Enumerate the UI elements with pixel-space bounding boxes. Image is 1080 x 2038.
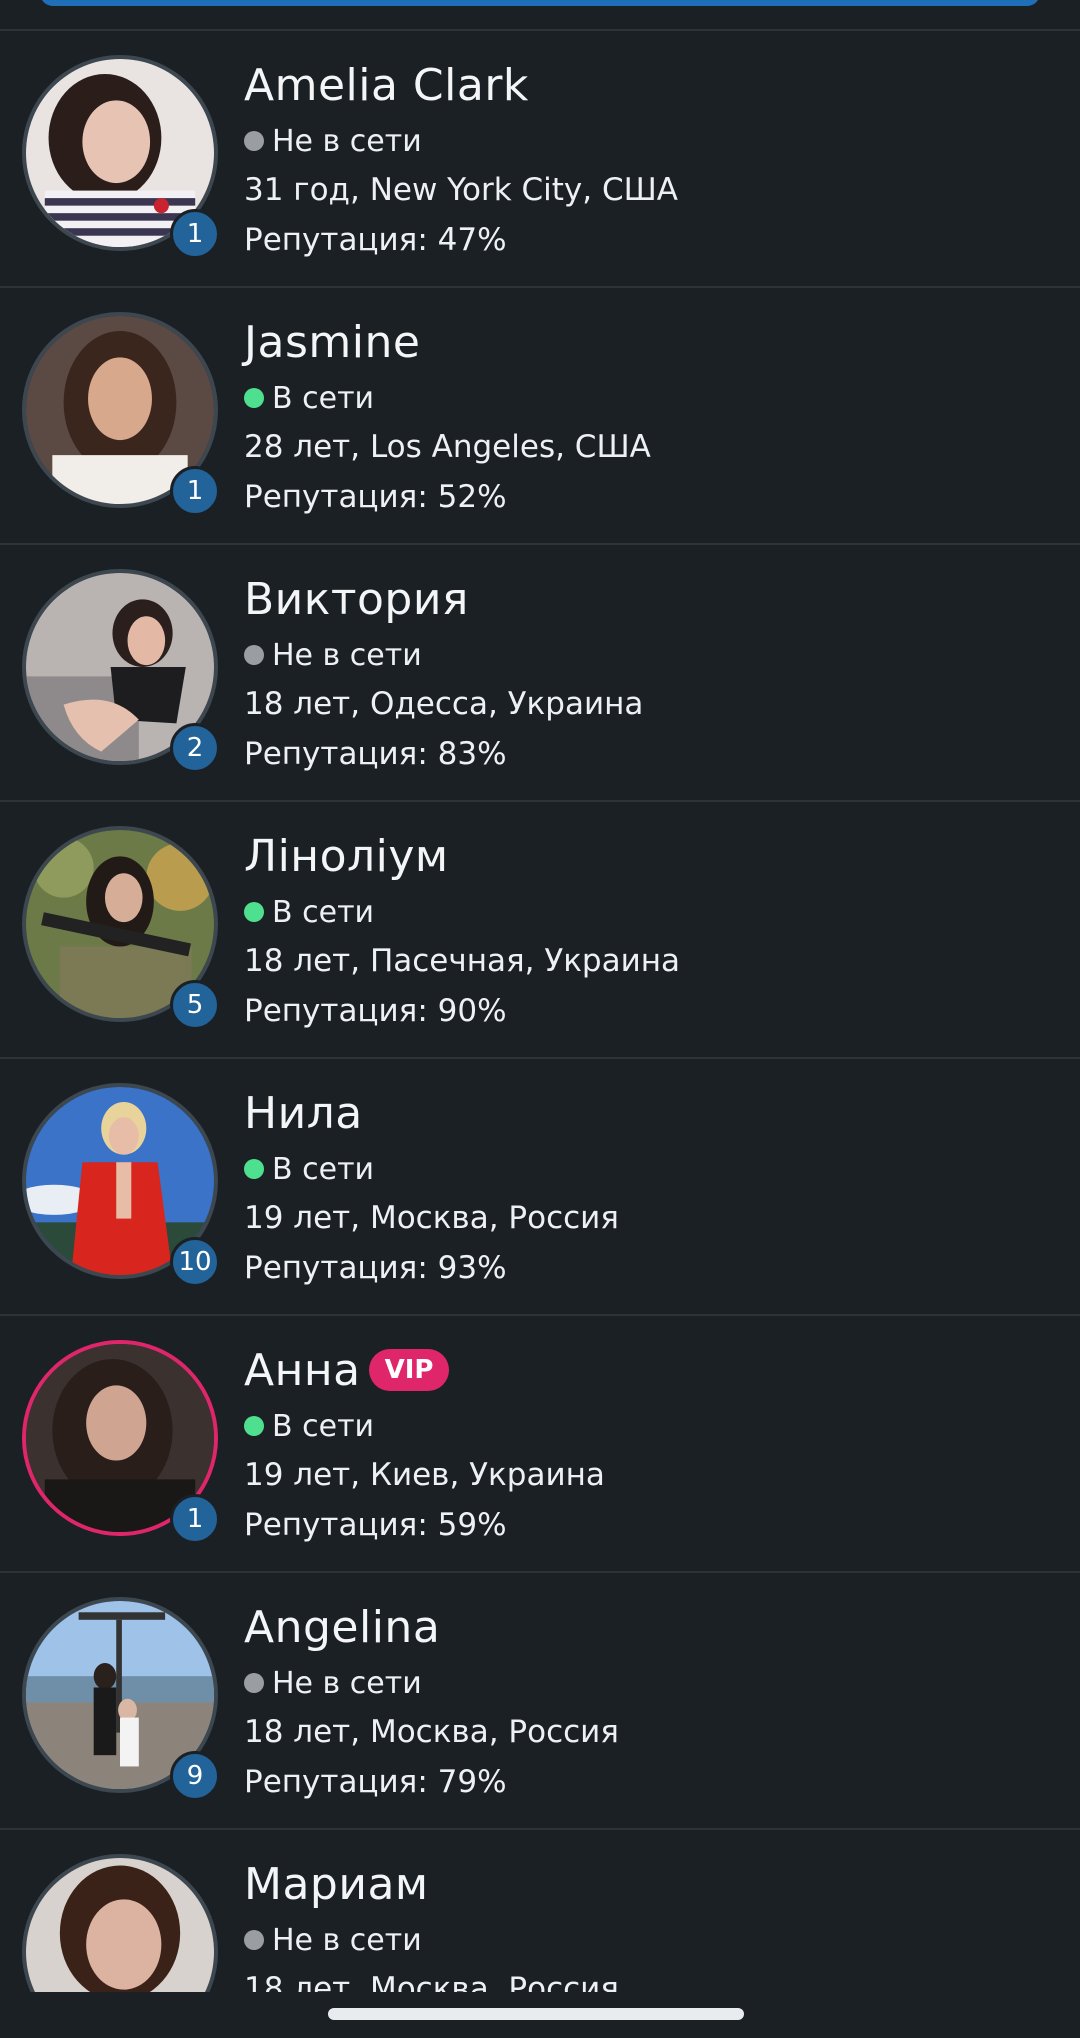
user-reputation: Репутация: 83% [244, 736, 507, 772]
top-search-bar[interactable] [40, 0, 1040, 6]
user-name: Angelina [244, 1601, 441, 1653]
unread-count-badge: 5 [170, 980, 220, 1030]
status-text: В сети [272, 1408, 375, 1444]
user-name: Мариам [244, 1858, 429, 1910]
user-details: 18 лет, Пасечная, Украина [244, 943, 681, 979]
screen: 1 Amelia Clark Не в сети 31 год, New Yor… [0, 0, 1080, 2038]
user-reputation: Репутация: 90% [244, 993, 507, 1029]
user-details: 28 лет, Los Angeles, США [244, 429, 651, 465]
user-details: 18 лет, Москва, Россия [244, 1714, 619, 1750]
avatar[interactable] [22, 1854, 218, 1992]
user-row[interactable]: 10 Нила В сети 19 лет, Москва, Россия Ре… [0, 1059, 1080, 1316]
user-row[interactable]: 1 Анна VIP В сети 19 лет, Киев, Украина … [0, 1316, 1080, 1573]
user-name: Нила [244, 1087, 363, 1139]
user-info: Виктория Не в сети 18 лет, Одесса, Украи… [244, 569, 1060, 779]
user-details: 19 лет, Киев, Украина [244, 1457, 605, 1493]
status-dot-icon [244, 1930, 264, 1950]
user-info: Мариам Не в сети 18 лет, Москва, Россия [244, 1854, 1060, 1992]
user-info: Amelia Clark Не в сети 31 год, New York … [244, 55, 1060, 265]
user-name: Виктория [244, 573, 469, 625]
user-info: Лінолiум В сети 18 лет, Пасечная, Украин… [244, 826, 1060, 1036]
user-details: 19 лет, Москва, Россия [244, 1200, 619, 1236]
status-text: Не в сети [272, 123, 422, 159]
user-reputation: Репутация: 52% [244, 479, 507, 515]
user-name: Jasmine [244, 316, 421, 368]
avatar-photo-icon [26, 1858, 214, 1992]
status-text: В сети [272, 894, 375, 930]
unread-count-badge: 1 [170, 209, 220, 259]
user-row[interactable]: 5 Лінолiум В сети 18 лет, Пасечная, Укра… [0, 802, 1080, 1059]
status-text: Не в сети [272, 1665, 422, 1701]
user-info: Jasmine В сети 28 лет, Los Angeles, США … [244, 312, 1060, 522]
unread-count-badge: 10 [170, 1237, 220, 1287]
status-text: В сети [272, 380, 375, 416]
status-text: В сети [272, 1151, 375, 1187]
unread-count-badge: 2 [170, 723, 220, 773]
unread-count-badge: 1 [170, 466, 220, 516]
user-name: Анна [244, 1344, 361, 1396]
status-dot-icon [244, 388, 264, 408]
user-row[interactable]: 9 Angelina Не в сети 18 лет, Москва, Рос… [0, 1573, 1080, 1830]
status-dot-icon [244, 902, 264, 922]
unread-count-badge: 1 [170, 1494, 220, 1544]
user-info: Angelina Не в сети 18 лет, Москва, Росси… [244, 1597, 1060, 1807]
status-dot-icon [244, 131, 264, 151]
user-reputation: Репутация: 47% [244, 222, 507, 258]
user-info: Нила В сети 19 лет, Москва, Россия Репут… [244, 1083, 1060, 1293]
status-text: Не в сети [272, 1922, 422, 1958]
vip-badge: VIP [368, 1349, 450, 1391]
status-dot-icon [244, 645, 264, 665]
unread-count-badge: 9 [170, 1751, 220, 1801]
user-info: Анна VIP В сети 19 лет, Киев, Украина Ре… [244, 1340, 1060, 1550]
user-list: 1 Amelia Clark Не в сети 31 год, New Yor… [0, 31, 1080, 1992]
user-details: 18 лет, Москва, Россия [244, 1971, 619, 1992]
status-dot-icon [244, 1159, 264, 1179]
user-row[interactable]: 1 Amelia Clark Не в сети 31 год, New Yor… [0, 31, 1080, 288]
status-dot-icon [244, 1673, 264, 1693]
user-row[interactable]: Мариам Не в сети 18 лет, Москва, Россия [0, 1830, 1080, 1992]
user-reputation: Репутация: 93% [244, 1250, 507, 1286]
user-name: Amelia Clark [244, 59, 529, 111]
user-reputation: Репутация: 79% [244, 1764, 507, 1800]
user-name: Лінолiум [244, 830, 449, 882]
home-indicator[interactable] [328, 2008, 744, 2020]
user-reputation: Репутация: 59% [244, 1507, 507, 1543]
status-text: Не в сети [272, 637, 422, 673]
user-row[interactable]: 1 Jasmine В сети 28 лет, Los Angeles, СШ… [0, 288, 1080, 545]
user-row[interactable]: 2 Виктория Не в сети 18 лет, Одесса, Укр… [0, 545, 1080, 802]
status-dot-icon [244, 1416, 264, 1436]
user-details: 31 год, New York City, США [244, 172, 678, 208]
user-details: 18 лет, Одесса, Украина [244, 686, 644, 722]
